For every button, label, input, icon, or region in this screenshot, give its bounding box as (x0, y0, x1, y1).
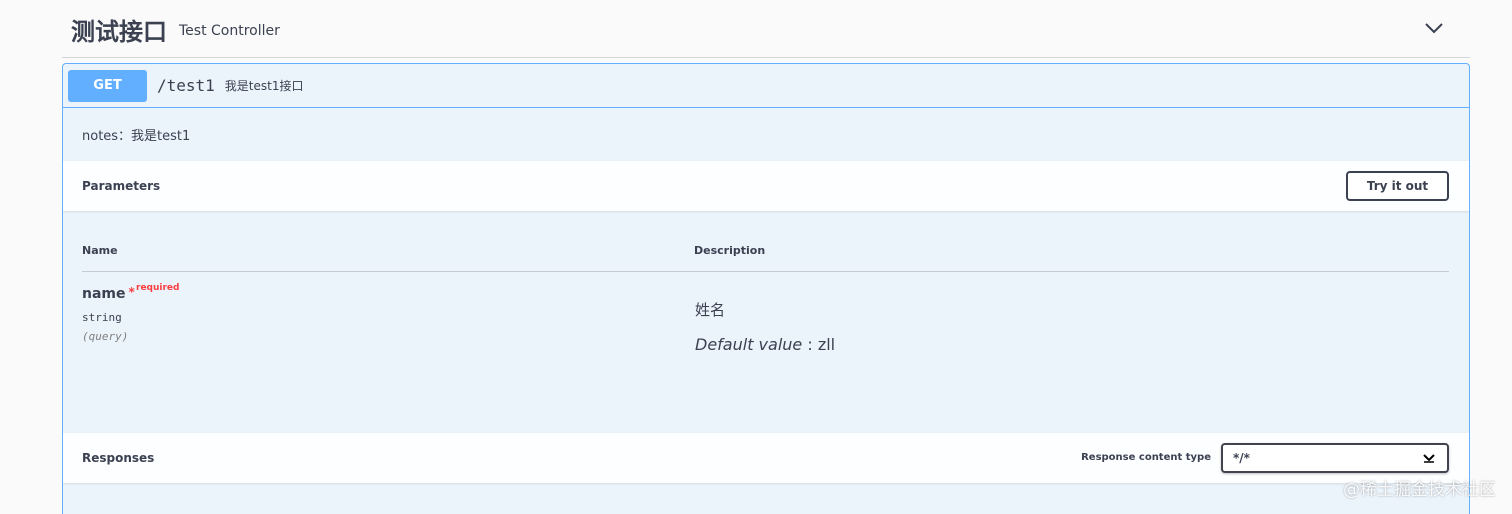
column-header-name: Name (82, 244, 118, 257)
operation-summary[interactable]: GET /test1 我是test1接口 (63, 64, 1469, 108)
tag-title: 测试接口 (71, 18, 167, 46)
responses-header: Responses Response content type */* (63, 433, 1469, 483)
operation-notes: notes：我是test1 (63, 108, 1469, 161)
required-label: required (136, 283, 180, 293)
default-value-separator: : (802, 335, 818, 354)
response-content-type-select[interactable]: */* (1221, 443, 1449, 473)
param-name: name * (82, 285, 135, 302)
param-default-value: Default value : zll (695, 335, 835, 354)
parameters-table-header: Name Description (82, 239, 1449, 272)
param-name-text: name (82, 286, 126, 302)
responses-title: Responses (82, 451, 155, 465)
parameters-table: Name Description name * required string (… (63, 211, 1469, 433)
default-value-text: zll (817, 335, 836, 354)
operation-block: GET /test1 我是test1接口 notes：我是test1 Param… (62, 63, 1470, 514)
param-type: string (82, 311, 122, 324)
column-header-description: Description (694, 244, 766, 257)
required-star: * (128, 285, 135, 299)
watermark: @稀土掘金技术社区 (1343, 480, 1496, 500)
try-it-out-button[interactable]: Try it out (1346, 171, 1449, 201)
response-content-type-value: */* (1233, 451, 1250, 465)
parameters-title: Parameters (82, 179, 161, 193)
response-content-type-label: Response content type (1081, 452, 1211, 463)
dropdown-arrow-icon (1423, 454, 1435, 463)
default-value-label: Default value (695, 335, 803, 354)
notes-text: notes：我是test1 (82, 129, 191, 144)
parameters-header: Parameters Try it out (63, 161, 1469, 211)
tag-section-header[interactable]: 测试接口 Test Controller (62, 0, 1470, 58)
operation-path: /test1 (157, 76, 215, 95)
param-location: (query) (82, 330, 129, 343)
operation-summary-text: 我是test1接口 (224, 79, 304, 93)
param-description: 姓名 (695, 301, 726, 319)
chevron-down-icon[interactable] (1424, 20, 1444, 36)
tag-description: Test Controller (179, 22, 280, 39)
http-method-badge: GET (68, 69, 147, 102)
